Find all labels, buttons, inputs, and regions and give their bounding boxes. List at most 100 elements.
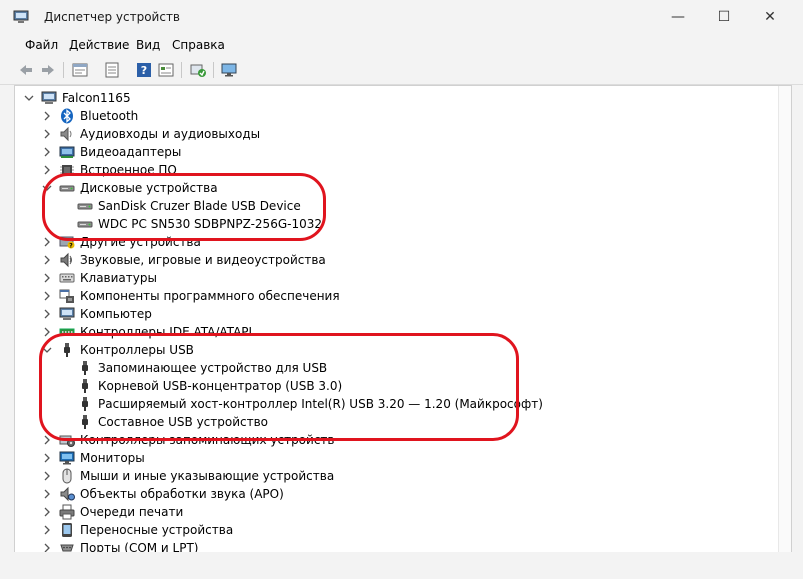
tree-node-label: Мониторы [80,451,145,465]
tree-category-node[interactable]: Контроллеры запоминающих устройств [41,431,334,449]
tree-category-node[interactable]: Компьютер [41,305,152,323]
tree-category-node[interactable]: Очереди печати [41,503,183,521]
tree-category-node[interactable]: Контроллеры IDE ATA/ATAPI [41,323,252,341]
chevron-right-icon[interactable] [41,452,53,464]
speaker-icon [59,126,75,142]
tree-node-label: Звуковые, игровые и видеоустройства [80,253,326,267]
tree-node-label: Корневой USB-концентратор (USB 3.0) [98,379,343,393]
chevron-right-icon[interactable] [41,470,53,482]
tree-category-node[interactable]: Встроенное ПО [41,161,177,179]
usb-controller-icon [77,396,93,412]
details-icon[interactable] [102,60,122,80]
tree-node-label: Bluetooth [80,109,139,123]
tree-node-label: Расширяемый хост-контроллер Intel(R) USB… [98,397,543,411]
chevron-right-icon[interactable] [41,164,53,176]
display-adapter-icon [59,144,75,160]
menu-help[interactable]: Справка [172,38,225,52]
tree-device-node[interactable]: Составное USB устройство [77,413,268,431]
chevron-down-icon[interactable] [41,344,53,356]
tree-node-label: Контроллеры запоминающих устройств [80,433,335,447]
toolbar-separator [63,62,64,78]
menu-bar: Файл Действие Вид Справка [0,34,803,56]
tree-category-node[interactable]: Компоненты программного обеспечения [41,287,340,305]
chevron-down-icon[interactable] [23,92,35,104]
tree-node-label: Falcon1165 [62,91,131,105]
forward-arrow-icon[interactable] [38,60,58,80]
chevron-right-icon[interactable] [41,146,53,158]
horizontal-scrollbar[interactable] [14,552,792,566]
chevron-right-icon[interactable] [41,110,53,122]
keyboard-icon [59,270,75,286]
tree-category-node[interactable]: Контроллеры USB [41,341,194,359]
tree-category-node[interactable]: Переносные устройства [41,521,233,539]
software-component-icon [59,288,75,304]
tree-device-node[interactable]: Корневой USB-концентратор (USB 3.0) [77,377,342,395]
tree-category-node[interactable]: Дисковые устройства [41,179,218,197]
tree-category-node[interactable]: Аудиовходы и аудиовыходы [41,125,260,143]
update-driver-icon[interactable] [188,60,208,80]
tree-device-node[interactable]: WDC PC SN530 SDBPNPZ-256G-1032 [77,215,322,233]
minimize-button[interactable]: — [655,0,701,34]
menu-view[interactable]: Вид [136,38,160,52]
chevron-right-icon[interactable] [41,506,53,518]
title-bar: Диспетчер устройств — ☐ ✕ [0,0,803,34]
maximize-button[interactable]: ☐ [701,0,747,34]
tree-node-label: Аудиовходы и аудиовыходы [80,127,261,141]
printer-icon [59,504,75,520]
tree-node-label: Другие устройства [80,235,201,249]
back-arrow-icon[interactable] [16,60,36,80]
usb-controller-icon [77,378,93,394]
usb-controller-icon [77,360,93,376]
tree-node-label: SanDisk Cruzer Blade USB Device [98,199,301,213]
chevron-right-icon[interactable] [41,308,53,320]
tree-node-label: Очереди печати [80,505,184,519]
tree-category-node[interactable]: Мониторы [41,449,145,467]
tree-device-node[interactable]: Расширяемый хост-контроллер Intel(R) USB… [77,395,543,413]
chevron-right-icon[interactable] [41,488,53,500]
chevron-right-icon[interactable] [41,128,53,140]
chevron-right-icon[interactable] [41,290,53,302]
help-icon[interactable]: ? [134,60,154,80]
chevron-right-icon[interactable] [41,254,53,266]
usb-controller-icon [77,414,93,430]
monitor-icon [59,450,75,466]
chevron-right-icon[interactable] [41,524,53,536]
unknown-device-icon: ? [59,234,75,250]
bluetooth-icon [59,108,75,124]
tree-node-label: Встроенное ПО [80,163,177,177]
tree-category-node[interactable]: Мыши и иные указывающие устройства [41,467,334,485]
tree-category-node[interactable]: Клавиатуры [41,269,157,287]
tree-category-node[interactable]: Порты (COM и LPT) [41,539,198,552]
tree-device-node[interactable]: Запоминающее устройство для USB [77,359,327,377]
tree-node-label: Составное USB устройство [98,415,269,429]
storage-controller-icon [59,432,75,448]
computer-icon [59,306,75,322]
tree-root-node[interactable]: Falcon1165 [23,89,131,107]
menu-file[interactable]: Файл [25,38,58,52]
toolbar-separator [213,62,214,78]
tree-category-node[interactable]: ? Другие устройства [41,233,201,251]
device-manager-window: Диспетчер устройств — ☐ ✕ Файл Действие … [0,0,803,579]
chevron-right-icon[interactable] [41,326,53,338]
disk-drive-icon [77,198,93,214]
tree-category-node[interactable]: Видеоадаптеры [41,143,181,161]
chevron-right-icon[interactable] [41,236,53,248]
toolbar: ? [0,56,803,85]
vertical-scrollbar[interactable] [778,86,791,552]
tree-category-node[interactable]: Bluetooth [41,107,138,125]
menu-action[interactable]: Действие [69,38,129,52]
view-icon[interactable] [156,60,176,80]
tree-category-node[interactable]: Звуковые, игровые и видеоустройства [41,251,326,269]
tree-category-node[interactable]: Объекты обработки звука (APO) [41,485,284,503]
ide-controller-icon [59,324,75,340]
chevron-right-icon[interactable] [41,272,53,284]
properties-icon[interactable] [70,60,90,80]
usb-controller-icon [59,342,75,358]
tree-device-node[interactable]: SanDisk Cruzer Blade USB Device [77,197,301,215]
chevron-right-icon[interactable] [41,434,53,446]
tree-node-label: Объекты обработки звука (APO) [80,487,284,501]
monitor-scan-icon[interactable] [219,60,239,80]
chevron-down-icon[interactable] [41,182,53,194]
sound-device-icon [59,252,75,268]
close-button[interactable]: ✕ [747,0,793,34]
